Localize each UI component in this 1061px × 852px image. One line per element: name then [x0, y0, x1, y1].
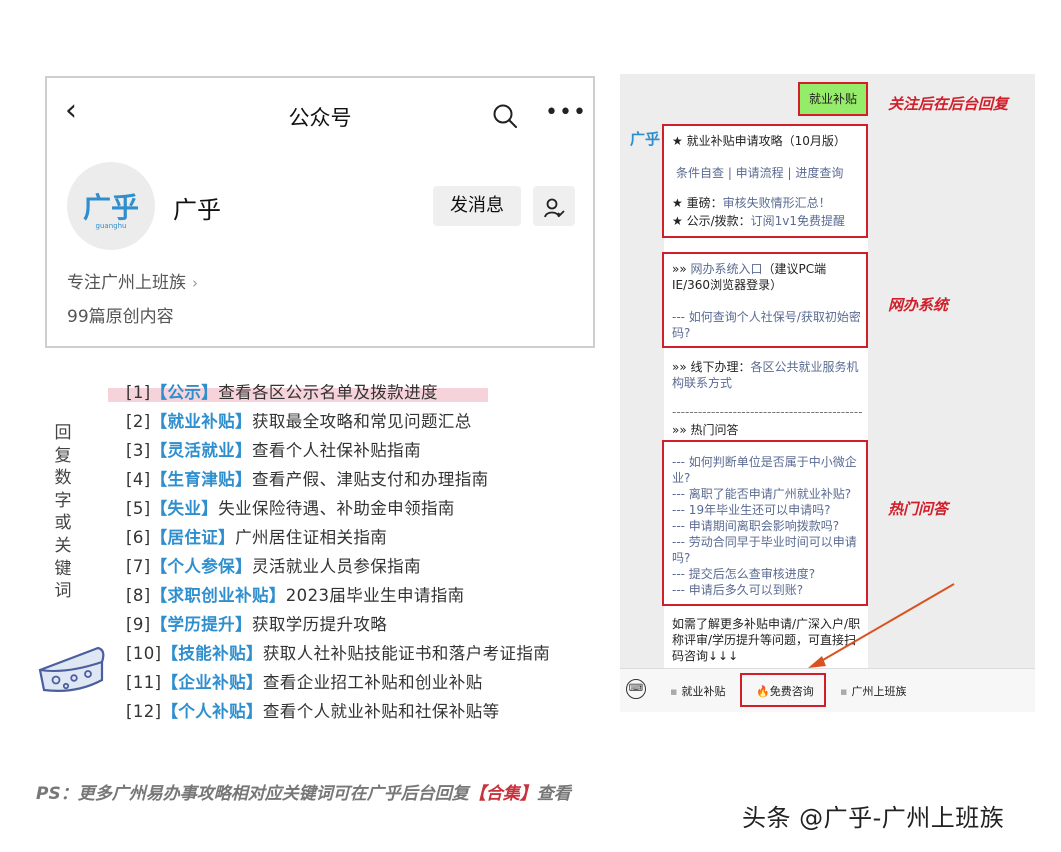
list-item: [4]【生育津贴】查看产假、津贴支付和办理指南 — [126, 470, 489, 489]
system-entry: »» 网办系统入口（建议PC端IE/360浏览器登录） — [672, 262, 827, 292]
watermark: 头条 @广乎-广州上班族 — [742, 804, 1005, 832]
keyboard-icon[interactable]: ⌨ — [626, 679, 646, 699]
arrow-icon — [808, 583, 955, 668]
public-line: ★ 公示/拨款：订阅1v1免费提醒 — [672, 214, 845, 228]
list-item: [1]【公示】查看各区公示名单及拨款进度 — [126, 383, 438, 402]
subscribe-link[interactable]: 订阅1v1免费提醒 — [751, 214, 845, 228]
menu-item-consult[interactable]: 🔥免费咨询 — [756, 683, 814, 699]
profile-card: ‹ 公众号 ••• 广乎 guanghu 广乎 发消息 专注广州上班族 › 99篇… — [45, 76, 595, 348]
divider: ----------------------------------------… — [672, 405, 862, 419]
faq-item[interactable]: --- 如何判断单位是否属于中小微企业? — [672, 454, 862, 486]
account-name: 广乎 — [173, 196, 221, 224]
search-icon[interactable] — [491, 102, 519, 130]
query-link[interactable]: --- 如何查询个人社保号/获取初始密码? — [672, 309, 862, 341]
annotation-reply: 关注后在后台回复 — [888, 95, 1009, 113]
faq-item[interactable]: --- 申请期间离职会影响拨款吗? — [672, 518, 862, 534]
offline-line: »» 线下办理：各区公共就业服务机构联系方式 — [672, 360, 859, 390]
faq-item[interactable]: --- 劳动合同早于毕业时间可以申请吗? — [672, 534, 862, 566]
ps-note: PS：更多广州易办事攻略相对应关键词可在广乎后台回复【合集】查看 — [36, 784, 571, 804]
menu-bar: ⌨ ▪ 就业补贴 🔥免费咨询 ▪ 广州上班族 — [620, 668, 1035, 712]
avatar: 广乎 guanghu — [67, 162, 155, 250]
list-item: [6]【居住证】广州居住证相关指南 — [126, 528, 388, 547]
chat-window: 就业补贴 关注后在后台回复 广乎 ★ 就业补贴申请攻略（10月版） 条件自查 |… — [620, 74, 1035, 712]
list-item: [8]【求职创业补贴】2023届毕业生申请指南 — [126, 586, 465, 605]
annotation-faq: 热门问答 — [888, 500, 949, 518]
user-message-bubble: 就业补贴 — [798, 82, 868, 116]
list-item: [10]【技能补贴】获取人社补贴技能证书和落户考证指南 — [126, 644, 551, 663]
list-item: [9]【学历提升】获取学历提升攻略 — [126, 615, 388, 634]
bot-avatar: 广乎 — [630, 130, 661, 148]
annotation-system: 网办系统 — [888, 296, 949, 314]
faq-item[interactable]: --- 离职了能否申请广州就业补贴? — [672, 486, 862, 502]
menu-item-workers[interactable]: ▪ 广州上班族 — [840, 683, 906, 699]
account-description[interactable]: 专注广州上班族 › — [67, 268, 198, 293]
faq-item[interactable]: --- 19年毕业生还可以申请吗? — [672, 502, 862, 518]
menu-item-subsidy[interactable]: ▪ 就业补贴 — [670, 683, 725, 699]
system-entry-link[interactable]: 网办系统入口 — [691, 262, 763, 276]
side-label: 回复数字或关键词 — [54, 423, 72, 602]
list-item: [3]【灵活就业】查看个人社保补贴指南 — [126, 441, 421, 460]
user-profile-icon[interactable] — [533, 186, 575, 226]
list-item: [5]【失业】失业保险待遇、补助金申领指南 — [126, 499, 455, 518]
guide-links[interactable]: 条件自查 | 申请流程 | 进度查询 — [676, 165, 843, 181]
important-link[interactable]: 审核失败情形汇总！ — [723, 196, 831, 210]
logo-subtext: guanghu — [95, 222, 127, 230]
list-item: [2]【就业补贴】获取最全攻略和常见问题汇总 — [126, 412, 472, 431]
article-count: 99篇原创内容 — [67, 307, 174, 327]
logo-text: 广乎 — [82, 191, 139, 224]
list-item: [12]【个人补贴】查看个人就业补贴和社保补贴等 — [126, 702, 500, 721]
more-icon[interactable]: ••• — [545, 100, 587, 125]
list-item: [7]【个人参保】灵活就业人员参保指南 — [126, 557, 421, 576]
cheese-doodle-icon — [38, 646, 105, 692]
chevron-right-icon: › — [192, 274, 198, 292]
important-line: ★ 重磅：审核失败情形汇总！ — [672, 196, 831, 210]
guide-title: ★ 就业补贴申请攻略（10月版） — [672, 134, 846, 148]
send-message-button[interactable]: 发消息 — [433, 186, 521, 226]
list-item: [11]【企业补贴】查看企业招工补贴和创业补贴 — [126, 673, 483, 692]
faq-title: »» 热门问答 — [672, 423, 739, 437]
description-text: 专注广州上班族 — [67, 273, 186, 293]
